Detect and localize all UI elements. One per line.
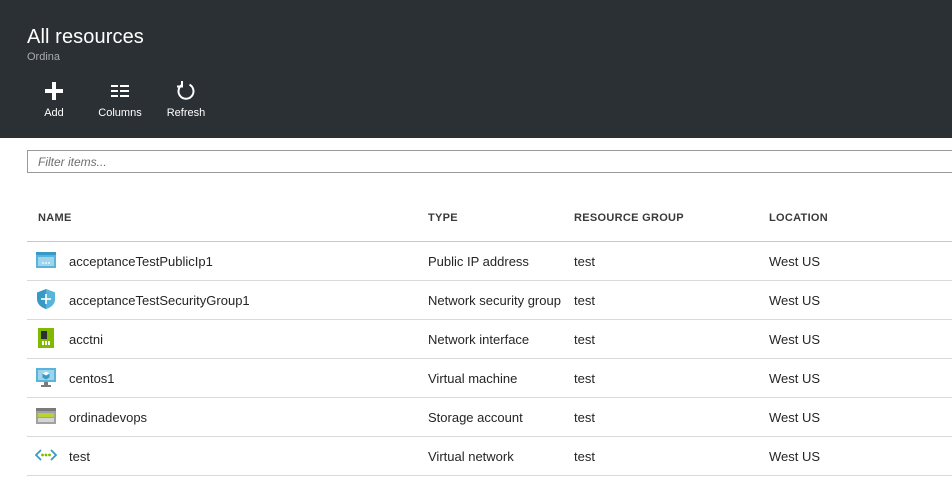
page-title: All resources xyxy=(27,26,144,48)
resource-group: test xyxy=(574,371,595,386)
resource-type: Public IP address xyxy=(428,254,529,269)
resource-location: West US xyxy=(769,254,821,269)
filter-input[interactable] xyxy=(27,150,952,173)
resource-name: acctni xyxy=(69,332,103,347)
resource-location: West US xyxy=(769,449,821,464)
resource-location: West US xyxy=(769,371,821,386)
column-header-location[interactable]: LOCATION xyxy=(769,212,828,224)
add-button[interactable]: Add xyxy=(22,80,86,122)
resource-group: test xyxy=(574,254,595,269)
resource-name: centos1 xyxy=(69,371,115,386)
resource-name: acceptanceTestPublicIp1 xyxy=(69,254,213,269)
table-row[interactable]: test Virtual network test West US xyxy=(27,437,952,476)
storage-account-icon xyxy=(36,408,56,424)
table-row[interactable]: acceptanceTestPublicIp1 Public IP addres… xyxy=(27,242,952,281)
virtual-network-icon xyxy=(35,449,57,461)
network-interface-icon xyxy=(38,328,54,348)
resource-location: West US xyxy=(769,332,821,347)
public-ip-icon xyxy=(36,252,56,268)
plus-icon xyxy=(45,82,63,100)
table-row[interactable]: ordinadevops Storage account test West U… xyxy=(27,398,952,437)
network-security-group-icon xyxy=(37,289,55,309)
resource-type: Network interface xyxy=(428,332,530,347)
blade-header: All resources Ordina Add Columns Refresh xyxy=(0,0,952,138)
resource-name: acceptanceTestSecurityGroup1 xyxy=(69,293,250,308)
column-header-name[interactable]: NAME xyxy=(38,212,72,224)
table-row[interactable]: acctni Network interface test West US xyxy=(27,320,952,359)
resource-group: test xyxy=(574,449,595,464)
refresh-icon xyxy=(177,81,195,100)
resource-location: West US xyxy=(769,293,821,308)
table-row[interactable]: acceptanceTestSecurityGroup1 Network sec… xyxy=(27,281,952,320)
table-header: NAME TYPE RESOURCE GROUP LOCATION xyxy=(27,200,952,242)
page-subtitle: Ordina xyxy=(27,51,61,63)
resource-location: West US xyxy=(769,410,821,425)
resource-type: Virtual network xyxy=(428,449,514,464)
resources-table: NAME TYPE RESOURCE GROUP LOCATION accept… xyxy=(27,200,952,476)
resource-type: Virtual machine xyxy=(428,371,518,386)
columns-icon xyxy=(111,85,129,97)
resource-group: test xyxy=(574,410,595,425)
columns-button-label: Columns xyxy=(98,107,142,119)
column-header-type[interactable]: TYPE xyxy=(428,212,458,224)
refresh-button[interactable]: Refresh xyxy=(154,80,218,122)
column-header-resource-group[interactable]: RESOURCE GROUP xyxy=(574,212,684,224)
table-row[interactable]: centos1 Virtual machine test West US xyxy=(27,359,952,398)
resource-type: Storage account xyxy=(428,410,523,425)
add-button-label: Add xyxy=(44,107,64,119)
virtual-machine-icon xyxy=(36,368,56,387)
refresh-button-label: Refresh xyxy=(166,107,206,119)
columns-button[interactable]: Columns xyxy=(88,80,152,122)
resource-type: Network security group xyxy=(428,293,561,308)
resource-name: test xyxy=(69,449,90,464)
resource-group: test xyxy=(574,293,595,308)
resource-group: test xyxy=(574,332,595,347)
resource-name: ordinadevops xyxy=(69,410,148,425)
